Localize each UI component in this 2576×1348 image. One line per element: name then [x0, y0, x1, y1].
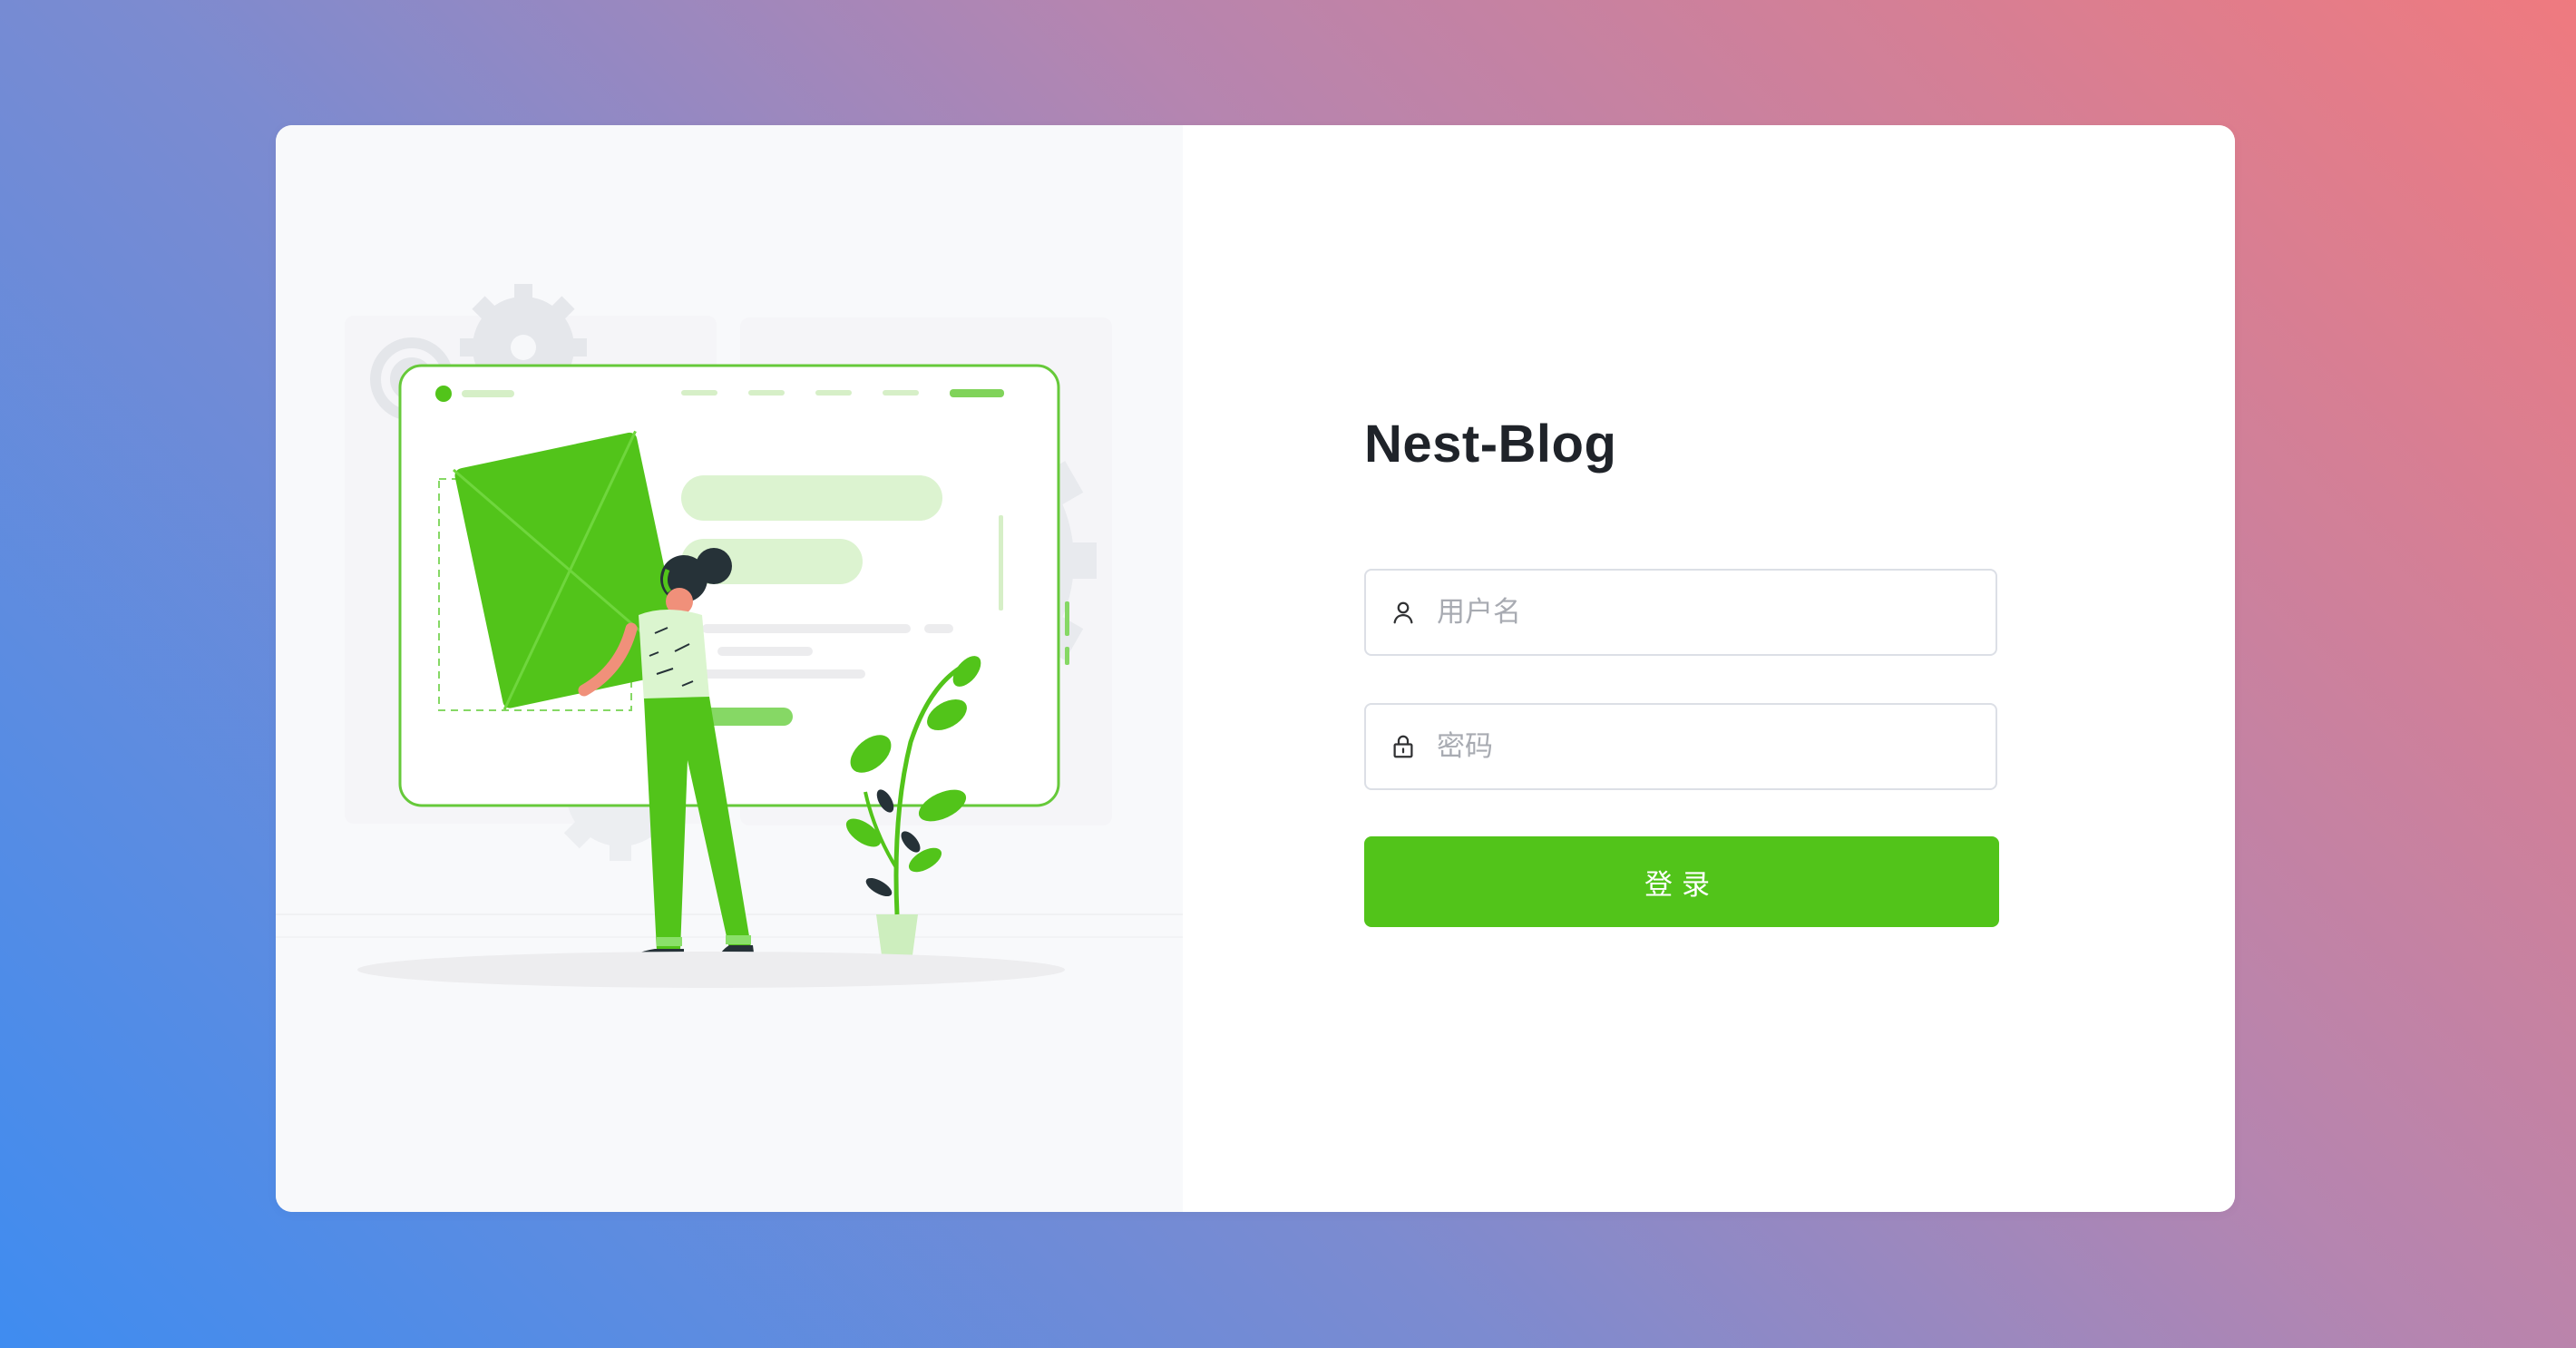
illustration-panel [276, 125, 1183, 1212]
username-input[interactable] [1437, 571, 1995, 654]
login-form-panel: Nest-Blog 登录 [1183, 125, 2235, 1212]
user-icon [1390, 599, 1417, 626]
password-input[interactable] [1437, 705, 1995, 788]
woman-holding-envelope-illustration [276, 284, 1183, 988]
password-field[interactable] [1364, 703, 1997, 790]
app-title: Nest-Blog [1364, 415, 1617, 474]
username-field[interactable] [1364, 569, 1997, 656]
login-button[interactable]: 登录 [1364, 836, 1999, 927]
lock-icon [1390, 733, 1417, 760]
login-card: Nest-Blog 登录 [276, 125, 2235, 1212]
